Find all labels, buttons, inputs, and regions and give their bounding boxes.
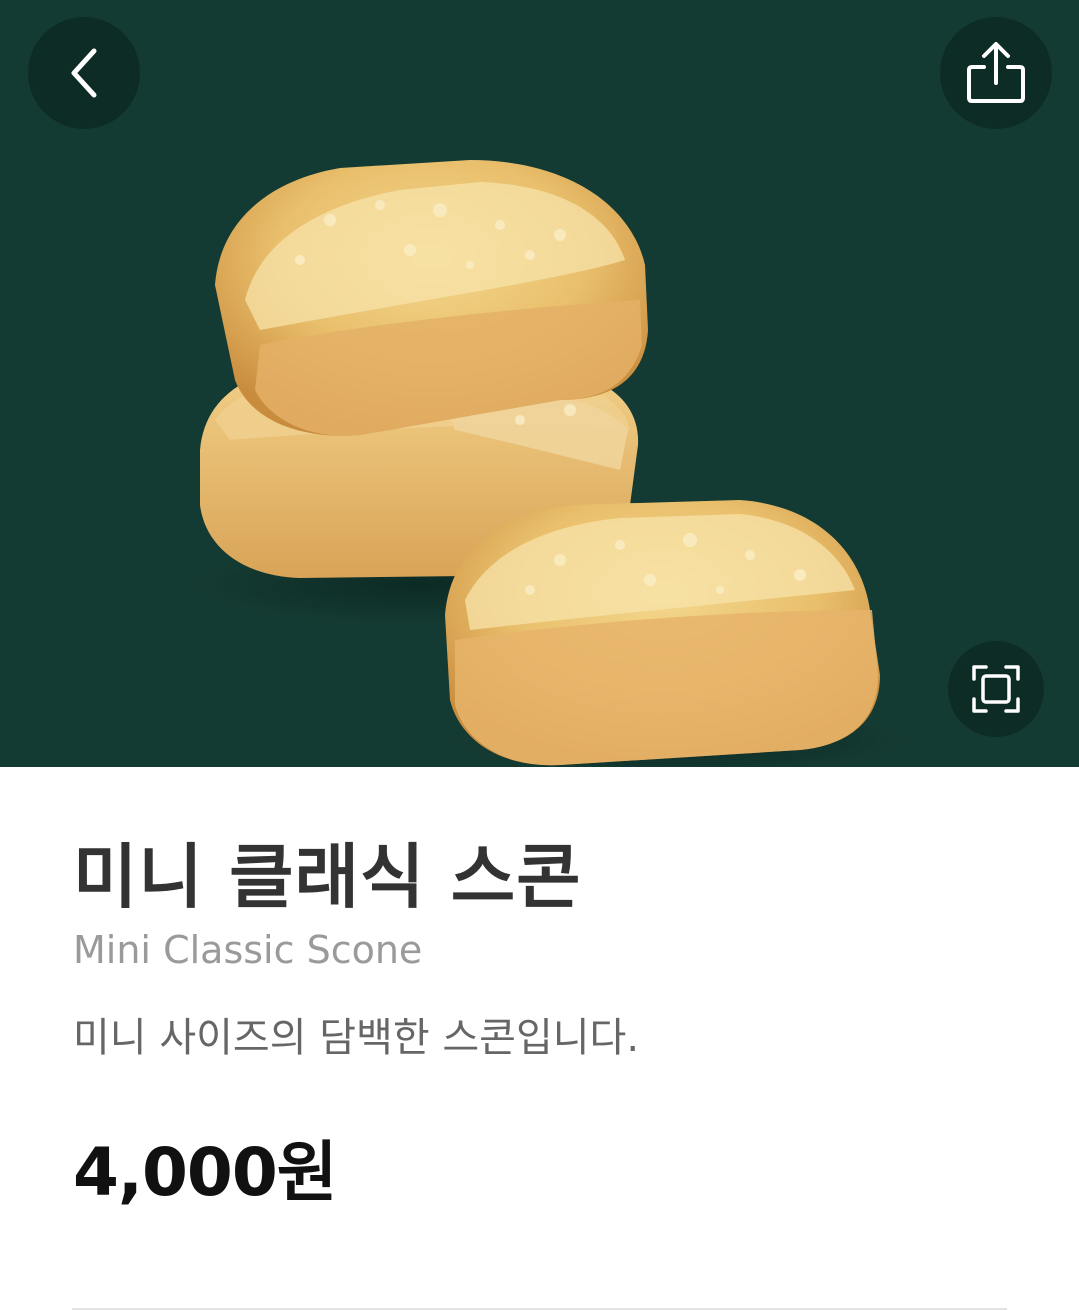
share-button[interactable]	[940, 17, 1052, 129]
divider	[72, 1308, 1007, 1310]
expand-image-button[interactable]	[948, 641, 1044, 737]
product-image	[0, 0, 1079, 767]
back-button[interactable]	[28, 17, 140, 129]
chevron-left-icon	[71, 48, 97, 98]
product-name-korean: 미니 클래식 스콘	[73, 836, 582, 918]
share-icon	[967, 42, 1025, 103]
product-detail-page: 미니 클래식 스콘 Mini Classic Scone 미니 사이즈의 담백한…	[0, 0, 1079, 1311]
scone-photo	[190, 160, 910, 767]
product-description: 미니 사이즈의 담백한 스콘입니다.	[73, 1015, 640, 1061]
product-price: 4,000원	[73, 1134, 337, 1211]
product-name-english: Mini Classic Scone	[73, 928, 423, 972]
expand-icon	[972, 665, 1020, 713]
